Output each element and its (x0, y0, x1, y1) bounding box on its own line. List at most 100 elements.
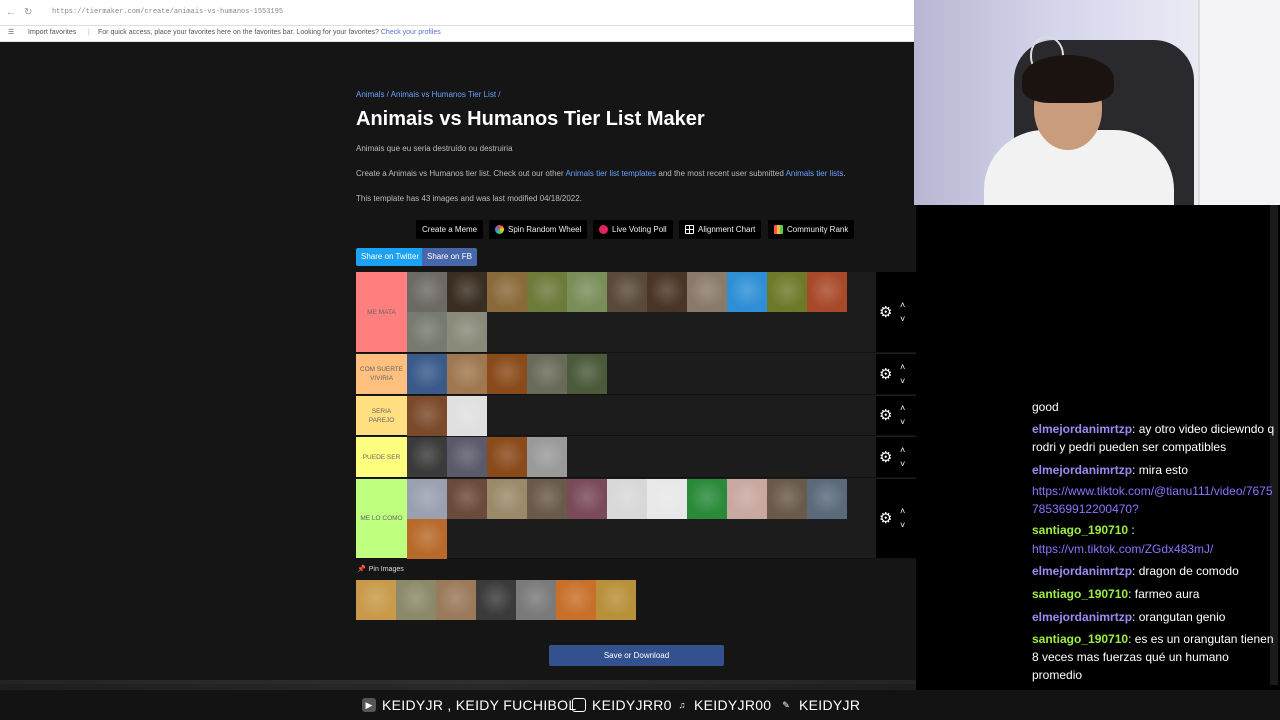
back-icon[interactable]: ← (6, 7, 16, 18)
breadcrumb[interactable]: Animals / Animais vs Humanos Tier List / (356, 90, 501, 99)
chat-username[interactable]: santiago_190710 (1032, 632, 1128, 646)
tier-image[interactable] (767, 479, 807, 519)
gear-icon[interactable]: ⚙ (879, 511, 892, 526)
tier-row: ME LO COMO ⚙ ˄ ˅ (356, 479, 916, 559)
import-favorites-link[interactable]: Import favorites (28, 29, 76, 36)
chat-message: elmejordanimrtzp: mira esto (1032, 461, 1278, 479)
page-subtitle: Animais que eu seria destruído ou destru… (356, 144, 513, 153)
move-down-icon[interactable]: ˅ (900, 314, 905, 324)
tier-image[interactable] (447, 354, 487, 394)
tier-image[interactable] (447, 437, 487, 477)
tier-image[interactable] (607, 479, 647, 519)
move-up-icon[interactable]: ˄ (900, 300, 905, 310)
tier-image[interactable] (407, 437, 447, 477)
tier-image[interactable] (527, 479, 567, 519)
taskbar (0, 680, 916, 690)
tier-image[interactable] (687, 479, 727, 519)
tier-image[interactable] (727, 479, 767, 519)
pin-image[interactable] (476, 580, 516, 620)
chat-link[interactable]: https://www.tiktok.com/@tianu111/video/7… (1032, 484, 1273, 516)
templates-link[interactable]: Animals tier list templates (565, 169, 656, 178)
tier-lists-link[interactable]: Animals tier lists (786, 169, 844, 178)
tier-image[interactable] (567, 272, 607, 312)
chat-link[interactable]: https://vm.tiktok.com/ZGdx483mJ/ (1032, 542, 1213, 556)
tier-image[interactable] (687, 272, 727, 312)
tier-image[interactable] (807, 479, 847, 519)
tier-image[interactable] (407, 354, 447, 394)
tier-label[interactable]: SERIA PAREJO (356, 396, 407, 435)
tier-image[interactable] (407, 519, 447, 559)
tier-image[interactable] (807, 272, 847, 312)
move-up-icon[interactable]: ˄ (900, 404, 905, 413)
kick-icon: ✎ (782, 700, 790, 710)
gear-icon[interactable]: ⚙ (879, 367, 892, 382)
tier-image[interactable] (567, 354, 607, 394)
move-up-icon[interactable]: ˄ (900, 507, 905, 516)
tier-image[interactable] (407, 272, 447, 312)
tier-image[interactable] (447, 272, 487, 312)
tier-image[interactable] (607, 272, 647, 312)
tier-image[interactable] (407, 479, 447, 519)
tier-image[interactable] (647, 479, 687, 519)
move-down-icon[interactable]: ˅ (900, 459, 905, 469)
alignment-chart-button[interactable]: Alignment Chart (679, 220, 762, 239)
chat-username[interactable]: elmejordanimrtzp (1032, 463, 1132, 477)
tier-image[interactable] (447, 479, 487, 519)
create-meme-button[interactable]: Create a Meme (416, 220, 484, 239)
url-text[interactable]: https://tiermaker.com/create/animais-vs-… (52, 8, 283, 16)
tier-image[interactable] (447, 396, 487, 436)
tier-image[interactable] (487, 354, 527, 394)
save-download-button[interactable]: Save or Download (549, 645, 724, 666)
move-down-icon[interactable]: ˅ (900, 521, 905, 530)
pin-image[interactable] (436, 580, 476, 620)
share-fb-button[interactable]: Share on FB (422, 248, 477, 266)
tier-label[interactable]: ME LO COMO (356, 479, 407, 558)
pin-image[interactable] (596, 580, 636, 620)
move-down-icon[interactable]: ˅ (900, 418, 905, 427)
share-twitter-button[interactable]: Share on Twitter (356, 248, 425, 266)
tier-image[interactable] (727, 272, 767, 312)
pin-image[interactable] (556, 580, 596, 620)
tier-label[interactable]: COM SUERTE VIVIRIA (356, 354, 407, 394)
chat-text: : farmeo aura (1128, 587, 1200, 601)
chat-message: good (1032, 398, 1278, 416)
chat-username[interactable]: elmejordanimrtzp (1032, 610, 1132, 624)
spin-wheel-button[interactable]: Spin Random Wheel (489, 220, 588, 239)
tier-image[interactable] (447, 312, 487, 352)
tier-controls: ⚙ ˄ ˅ (876, 437, 916, 477)
tier-label[interactable]: PUEDE SER (356, 437, 407, 477)
move-up-icon[interactable]: ˄ (900, 362, 905, 372)
pin-image[interactable] (516, 580, 556, 620)
tier-image[interactable] (407, 396, 447, 436)
chat-message: santiago_190710: es es un orangutan tien… (1032, 630, 1278, 684)
wheel-icon (495, 225, 504, 234)
tier-image[interactable] (647, 272, 687, 312)
tier-image[interactable] (567, 479, 607, 519)
move-up-icon[interactable]: ˄ (900, 445, 905, 455)
tier-image[interactable] (527, 437, 567, 477)
move-down-icon[interactable]: ˅ (900, 376, 905, 386)
tier-image[interactable] (487, 437, 527, 477)
tier-image[interactable] (527, 354, 567, 394)
chat-username[interactable]: santiago_190710 (1032, 587, 1128, 601)
tier-label[interactable]: ME MATA (356, 272, 407, 352)
chat-text: : (1128, 523, 1135, 537)
tier-image[interactable] (407, 312, 447, 352)
tier-image[interactable] (487, 479, 527, 519)
chat-username[interactable]: elmejordanimrtzp (1032, 422, 1132, 436)
pin-image[interactable] (396, 580, 436, 620)
address-bar[interactable]: ← ↻ https://tiermaker.com/create/animais… (0, 0, 916, 26)
pin-image[interactable] (356, 580, 396, 620)
tier-image[interactable] (527, 272, 567, 312)
live-voting-button[interactable]: Live Voting Poll (593, 220, 673, 239)
gear-icon[interactable]: ⚙ (879, 450, 892, 465)
chat-username[interactable]: santiago_190710 (1032, 523, 1128, 537)
community-rank-button[interactable]: Community Rank (768, 220, 855, 239)
reload-icon[interactable]: ↻ (24, 7, 32, 18)
gear-icon[interactable]: ⚙ (879, 305, 892, 320)
check-profiles-link[interactable]: Check your profiles (381, 29, 441, 36)
tier-image[interactable] (487, 272, 527, 312)
tier-image[interactable] (767, 272, 807, 312)
gear-icon[interactable]: ⚙ (879, 408, 892, 423)
chat-username[interactable]: elmejordanimrtzp (1032, 564, 1132, 578)
